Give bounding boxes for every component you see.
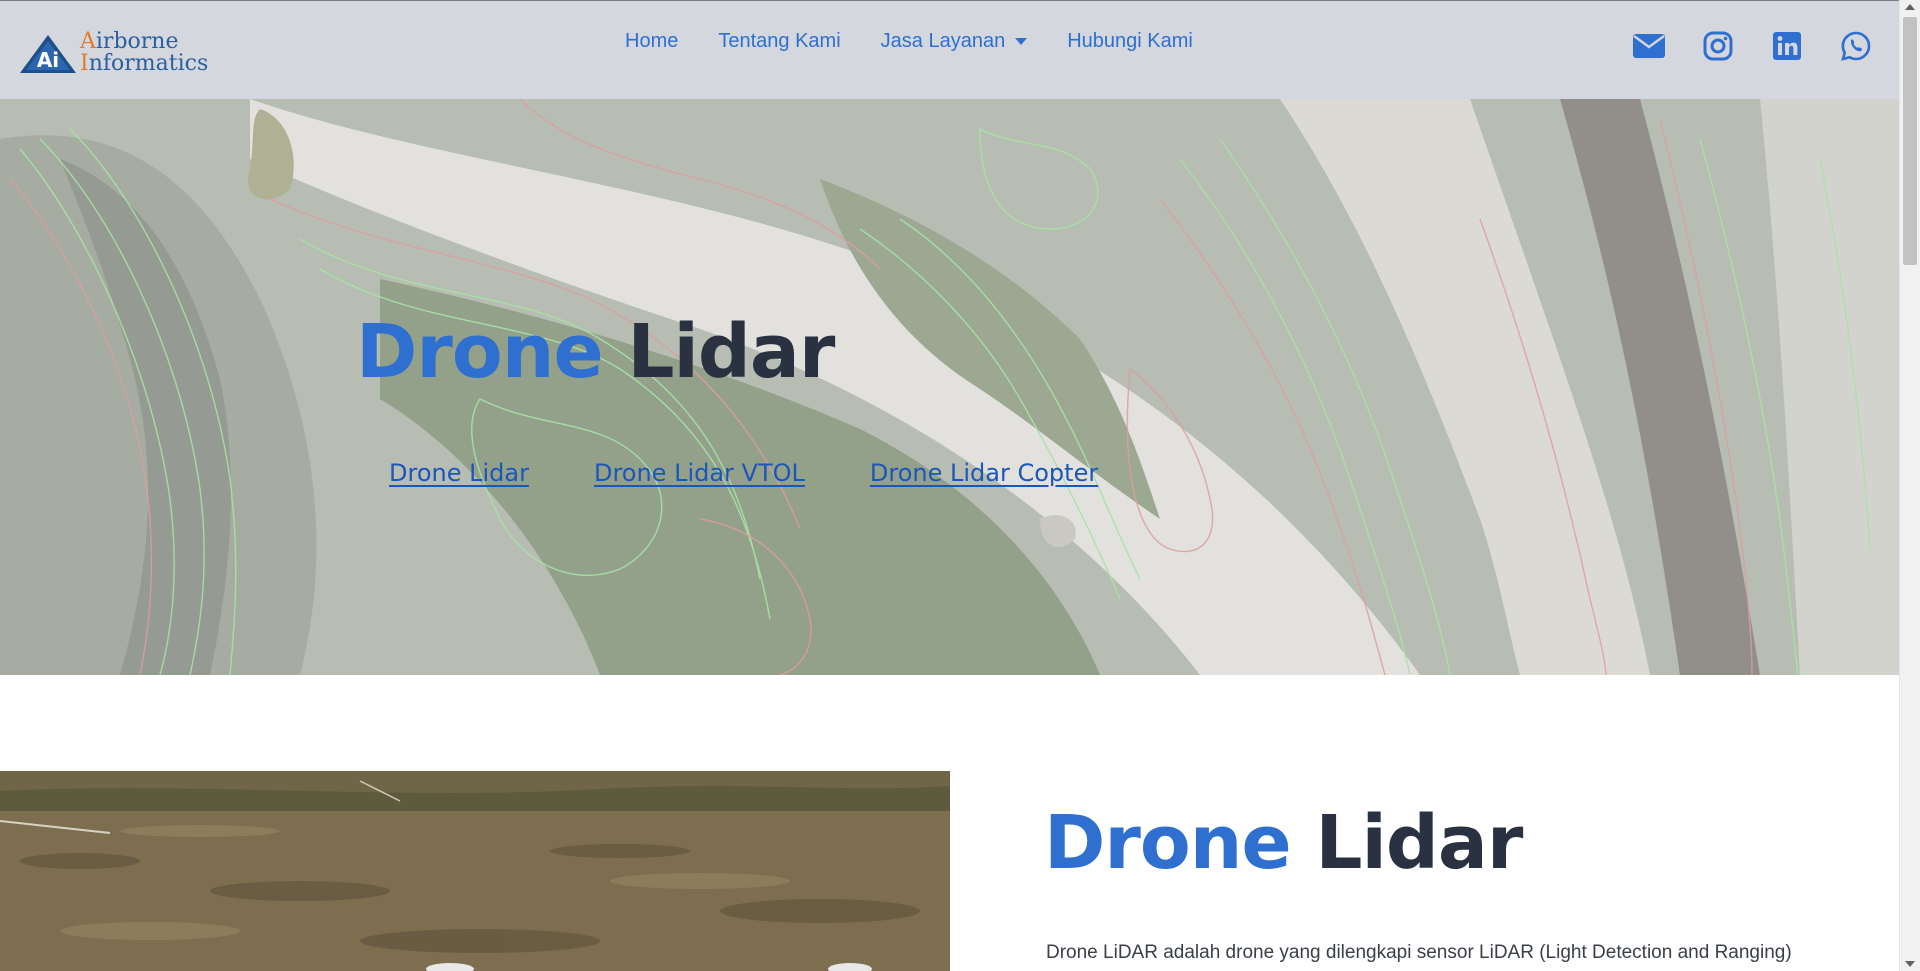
scroll-down-arrow-icon[interactable] [1905, 961, 1915, 967]
nav-jasa-layanan-label: Jasa Layanan [880, 30, 1006, 52]
logo-line-2: Informatics [80, 53, 208, 75]
hero-title: Drone Lidar [356, 309, 835, 395]
section-title-word-2: Lidar [1315, 800, 1523, 886]
drone-field-photo [0, 771, 950, 971]
hero-overlay [0, 99, 1899, 675]
section-title: Drone Lidar [1044, 800, 1523, 886]
svg-text:Ai: Ai [37, 48, 59, 72]
logo-line-1: Airborne [80, 31, 208, 53]
section-title-word-1: Drone [1044, 800, 1292, 886]
nav-tentang-kami[interactable]: Tentang Kami [698, 27, 860, 55]
site-logo[interactable]: Ai Airborne Informatics [18, 29, 208, 77]
nav-home[interactable]: Home [625, 27, 698, 55]
instagram-icon [1703, 31, 1733, 61]
envelope-icon [1633, 34, 1665, 58]
caret-down-icon [1015, 37, 1028, 45]
nav-jasa-layanan[interactable]: Jasa Layanan [861, 27, 1048, 55]
section-description: Drone LiDAR adalah drone yang dilengkapi… [1046, 942, 1792, 963]
page-scrollbar[interactable] [1899, 0, 1920, 971]
main-nav: Home Tentang Kami Jasa Layanan Hubungi K… [625, 27, 1213, 55]
scroll-up-arrow-icon[interactable] [1905, 4, 1915, 10]
linkedin-link[interactable] [1769, 29, 1805, 63]
field-image [0, 771, 950, 971]
instagram-link[interactable] [1700, 29, 1736, 63]
hero-title-word-1: Drone [356, 309, 604, 395]
logo-triangle-icon: Ai [20, 35, 76, 73]
link-drone-lidar-vtol[interactable]: Drone Lidar VTOL [594, 459, 805, 487]
logo-cap-i: I [80, 51, 89, 76]
whatsapp-icon [1841, 31, 1871, 61]
hero-title-word-2: Lidar [627, 309, 835, 395]
nav-hubungi-kami[interactable]: Hubungi Kami [1047, 27, 1213, 55]
site-header: Ai Airborne Informatics Home Tentang Kam… [0, 0, 1899, 99]
logo-line-2-rest: nformatics [88, 51, 209, 76]
link-drone-lidar[interactable]: Drone Lidar [389, 459, 529, 487]
hero-section: Drone Lidar Drone Lidar Drone Lidar VTOL… [0, 99, 1899, 675]
scroll-thumb[interactable] [1903, 17, 1917, 265]
email-link[interactable] [1631, 29, 1667, 63]
hero-links: Drone Lidar Drone Lidar VTOL Drone Lidar… [389, 459, 1098, 487]
whatsapp-link[interactable] [1838, 29, 1874, 63]
linkedin-icon [1773, 32, 1801, 60]
logo-text: Airborne Informatics [80, 31, 208, 75]
link-drone-lidar-copter[interactable]: Drone Lidar Copter [870, 459, 1098, 487]
